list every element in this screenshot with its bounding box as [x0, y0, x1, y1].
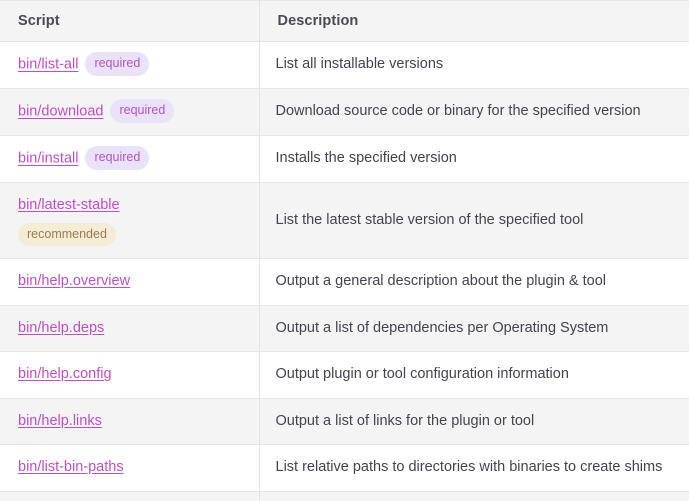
- script-cell-content: bin/help.overview: [18, 270, 243, 293]
- badge-required: required: [85, 52, 150, 76]
- script-cell-content: bin/help.links: [18, 410, 243, 433]
- badge-required: required: [85, 146, 150, 170]
- script-link[interactable]: bin/help.links: [18, 413, 102, 429]
- table-body: bin/list-all required List all installable…: [0, 41, 689, 501]
- script-link[interactable]: bin/install: [18, 151, 78, 167]
- table-row: bin/exec-envPrepare the environment for …: [0, 491, 689, 501]
- description-text: Output a list of dependencies per Operat…: [275, 319, 609, 336]
- script-cell: bin/list-all required: [0, 41, 260, 90]
- column-header-script: Script: [0, 0, 260, 42]
- script-link[interactable]: bin/list-all: [18, 57, 78, 73]
- description-text: Output a general description about the p…: [275, 273, 607, 290]
- description-cell: Prepare the environment for running the …: [259, 491, 689, 501]
- script-cell: bin/list-bin-paths: [0, 444, 260, 492]
- script-cell: bin/help.config: [0, 351, 260, 399]
- script-cell-content: bin/help.deps: [18, 317, 243, 340]
- table-row: bin/help.deps Output a list of dependenci…: [0, 305, 689, 353]
- description-cell: Output a list of dependencies per Operat…: [259, 305, 689, 353]
- script-cell: bin/download required: [0, 88, 260, 137]
- description-text: List all installable versions: [275, 56, 444, 73]
- description-text: Output plugin or tool configuration info…: [275, 366, 569, 383]
- script-cell: bin/latest-stable recommended: [0, 182, 260, 260]
- description-cell: Output plugin or tool configuration info…: [259, 351, 689, 399]
- script-cell: bin/install required: [0, 135, 260, 184]
- table-row: bin/install required Installs the specifie…: [0, 135, 689, 184]
- description-cell: Download source code or binary for the s…: [259, 88, 689, 137]
- table-row: bin/help.config Output plugin or tool con…: [0, 351, 689, 399]
- script-link[interactable]: bin/help.config: [18, 366, 112, 382]
- badge-required: required: [110, 99, 175, 123]
- script-link[interactable]: bin/help.deps: [18, 320, 104, 336]
- table-row: bin/list-all required List all installable…: [0, 41, 689, 90]
- table-row: bin/list-bin-paths List relative paths to…: [0, 444, 689, 492]
- script-link[interactable]: bin/download: [18, 104, 103, 120]
- script-table-container: Script Description bin/list-all required L…: [0, 0, 689, 501]
- script-link[interactable]: bin/help.overview: [18, 273, 130, 289]
- badge-recommended: recommended: [18, 222, 116, 247]
- script-cell: bin/exec-env: [0, 491, 260, 501]
- description-text: Installs the specified version: [275, 150, 457, 167]
- script-cell: bin/help.links: [0, 398, 260, 446]
- description-text: Download source code or binary for the s…: [275, 103, 641, 120]
- script-cell-content: bin/list-all required: [18, 52, 243, 77]
- description-cell: List the latest stable version of the sp…: [259, 182, 689, 260]
- description-text: Output a list of links for the plugin or…: [275, 412, 535, 429]
- column-header-description: Description: [259, 0, 689, 42]
- script-link[interactable]: bin/list-bin-paths: [18, 459, 124, 475]
- script-reference-table: Script Description bin/list-all required L…: [0, 0, 689, 501]
- script-cell-content: bin/install required: [18, 146, 243, 171]
- table-row: bin/help.overview Output a general descri…: [0, 258, 689, 306]
- script-link[interactable]: bin/latest-stable: [18, 194, 243, 217]
- description-cell: List all installable versions: [259, 41, 689, 90]
- description-cell: Output a general description about the p…: [259, 258, 689, 306]
- description-cell: Output a list of links for the plugin or…: [259, 398, 689, 446]
- table-header-row: Script Description: [0, 0, 689, 42]
- table-row: bin/latest-stable recommended List the lat…: [0, 182, 689, 260]
- script-cell-content: bin/help.config: [18, 363, 243, 386]
- description-text: List the latest stable version of the sp…: [275, 211, 584, 228]
- script-cell-content: bin/download required: [18, 99, 243, 124]
- script-cell-content: bin/latest-stable recommended: [18, 194, 243, 247]
- table-row: bin/download required Download source code…: [0, 88, 689, 137]
- description-text: List relative paths to directories with …: [275, 459, 663, 476]
- script-cell-content: bin/list-bin-paths: [18, 456, 243, 479]
- script-cell: bin/help.overview: [0, 258, 260, 306]
- script-cell: bin/help.deps: [0, 305, 260, 353]
- table-row: bin/help.links Output a list of links for…: [0, 398, 689, 446]
- table-header: Script Description: [0, 0, 689, 42]
- description-cell: List relative paths to directories with …: [259, 444, 689, 492]
- description-cell: Installs the specified version: [259, 135, 689, 184]
